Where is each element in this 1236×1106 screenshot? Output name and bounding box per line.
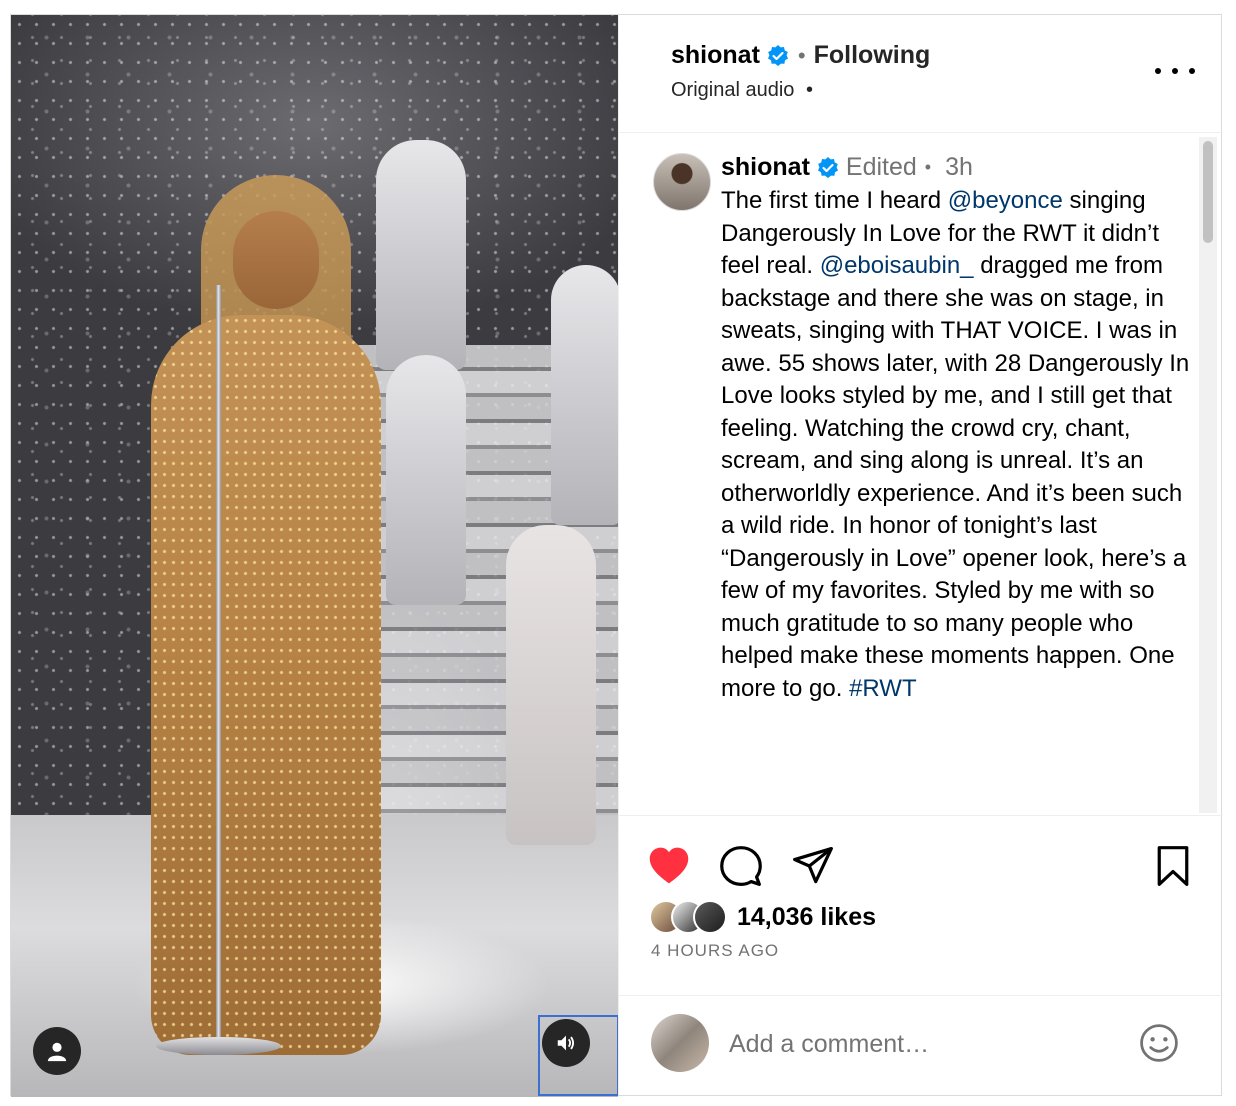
post-video[interactable] <box>11 15 618 1097</box>
caption-text-part: dragged me from backstage and there she … <box>721 252 1190 702</box>
comment-input[interactable] <box>729 1028 1109 1060</box>
current-user-avatar <box>651 1014 709 1072</box>
edited-label: Edited <box>845 153 917 181</box>
musician-figure <box>551 265 618 525</box>
post-header: shionat • Following Original audio • <box>619 15 1223 133</box>
comment-icon[interactable] <box>719 844 763 888</box>
audio-toggle-button[interactable] <box>538 1015 618 1096</box>
verified-badge-icon <box>767 44 788 66</box>
scrollbar-thumb[interactable] <box>1203 141 1213 243</box>
more-options-button[interactable] <box>1155 59 1195 83</box>
caption-username[interactable]: shionat <box>721 153 810 182</box>
mention-link[interactable]: @eboisaubin_ <box>820 252 974 279</box>
saxophonist-figure <box>386 355 466 605</box>
more-dot-icon <box>1189 68 1195 74</box>
likes-count[interactable]: 14,036 likes <box>737 903 876 932</box>
mic-stand <box>216 285 221 1055</box>
more-dot-icon <box>1155 68 1161 74</box>
post-timestamp[interactable]: 4 HOURS AGO <box>651 941 779 961</box>
more-dot-icon <box>1172 68 1178 74</box>
audio-separator-dot: • <box>805 79 813 101</box>
caption-text: The first time I heard @beyonce singing … <box>721 185 1191 705</box>
emoji-icon[interactable] <box>1137 1021 1181 1065</box>
share-icon[interactable] <box>791 844 835 888</box>
liker-avatar <box>693 900 727 934</box>
singer-face <box>233 211 319 309</box>
header-username[interactable]: shionat <box>671 41 760 70</box>
tagged-users-button[interactable] <box>33 1027 81 1075</box>
audio-toggle-circle <box>542 1019 590 1067</box>
caption-text-part: The first time I heard <box>721 187 948 214</box>
meta-separator-dot: • <box>924 157 932 177</box>
following-button[interactable]: Following <box>814 41 931 70</box>
caption-time[interactable]: 3h <box>945 153 973 182</box>
mic-stand-base <box>156 1037 281 1055</box>
original-audio-label: Original audio <box>671 79 795 101</box>
likes-row[interactable]: 14,036 likes <box>649 900 876 934</box>
dancer-figure <box>506 525 596 845</box>
post-container: shionat • Following Original audio • shi… <box>10 14 1223 1097</box>
mention-link[interactable]: @beyonce <box>948 187 1063 214</box>
caption-section: shionat Edited • 3h The first time I hea… <box>619 133 1223 815</box>
singer-figure <box>151 315 381 1055</box>
audio-label-row[interactable]: Original audio • <box>671 79 813 102</box>
hashtag-link[interactable]: #RWT <box>849 675 917 702</box>
caption-author-avatar[interactable] <box>653 153 711 211</box>
header-title-row: shionat • Following <box>671 41 930 70</box>
caption-scrollbar[interactable] <box>1199 137 1217 813</box>
speaker-icon <box>557 1035 575 1051</box>
verified-badge-icon <box>817 156 838 178</box>
user-icon <box>47 1042 67 1062</box>
like-heart-icon[interactable] <box>647 844 691 888</box>
post-details-panel: shionat • Following Original audio • shi… <box>618 15 1223 1095</box>
guitarist-figure <box>376 140 466 370</box>
separator-dot: • <box>797 42 806 68</box>
post-actions: 14,036 likes 4 HOURS AGO <box>619 815 1223 965</box>
comment-bar <box>619 995 1223 1095</box>
bookmark-icon[interactable] <box>1151 844 1195 888</box>
caption-header: shionat Edited • 3h <box>721 153 973 182</box>
